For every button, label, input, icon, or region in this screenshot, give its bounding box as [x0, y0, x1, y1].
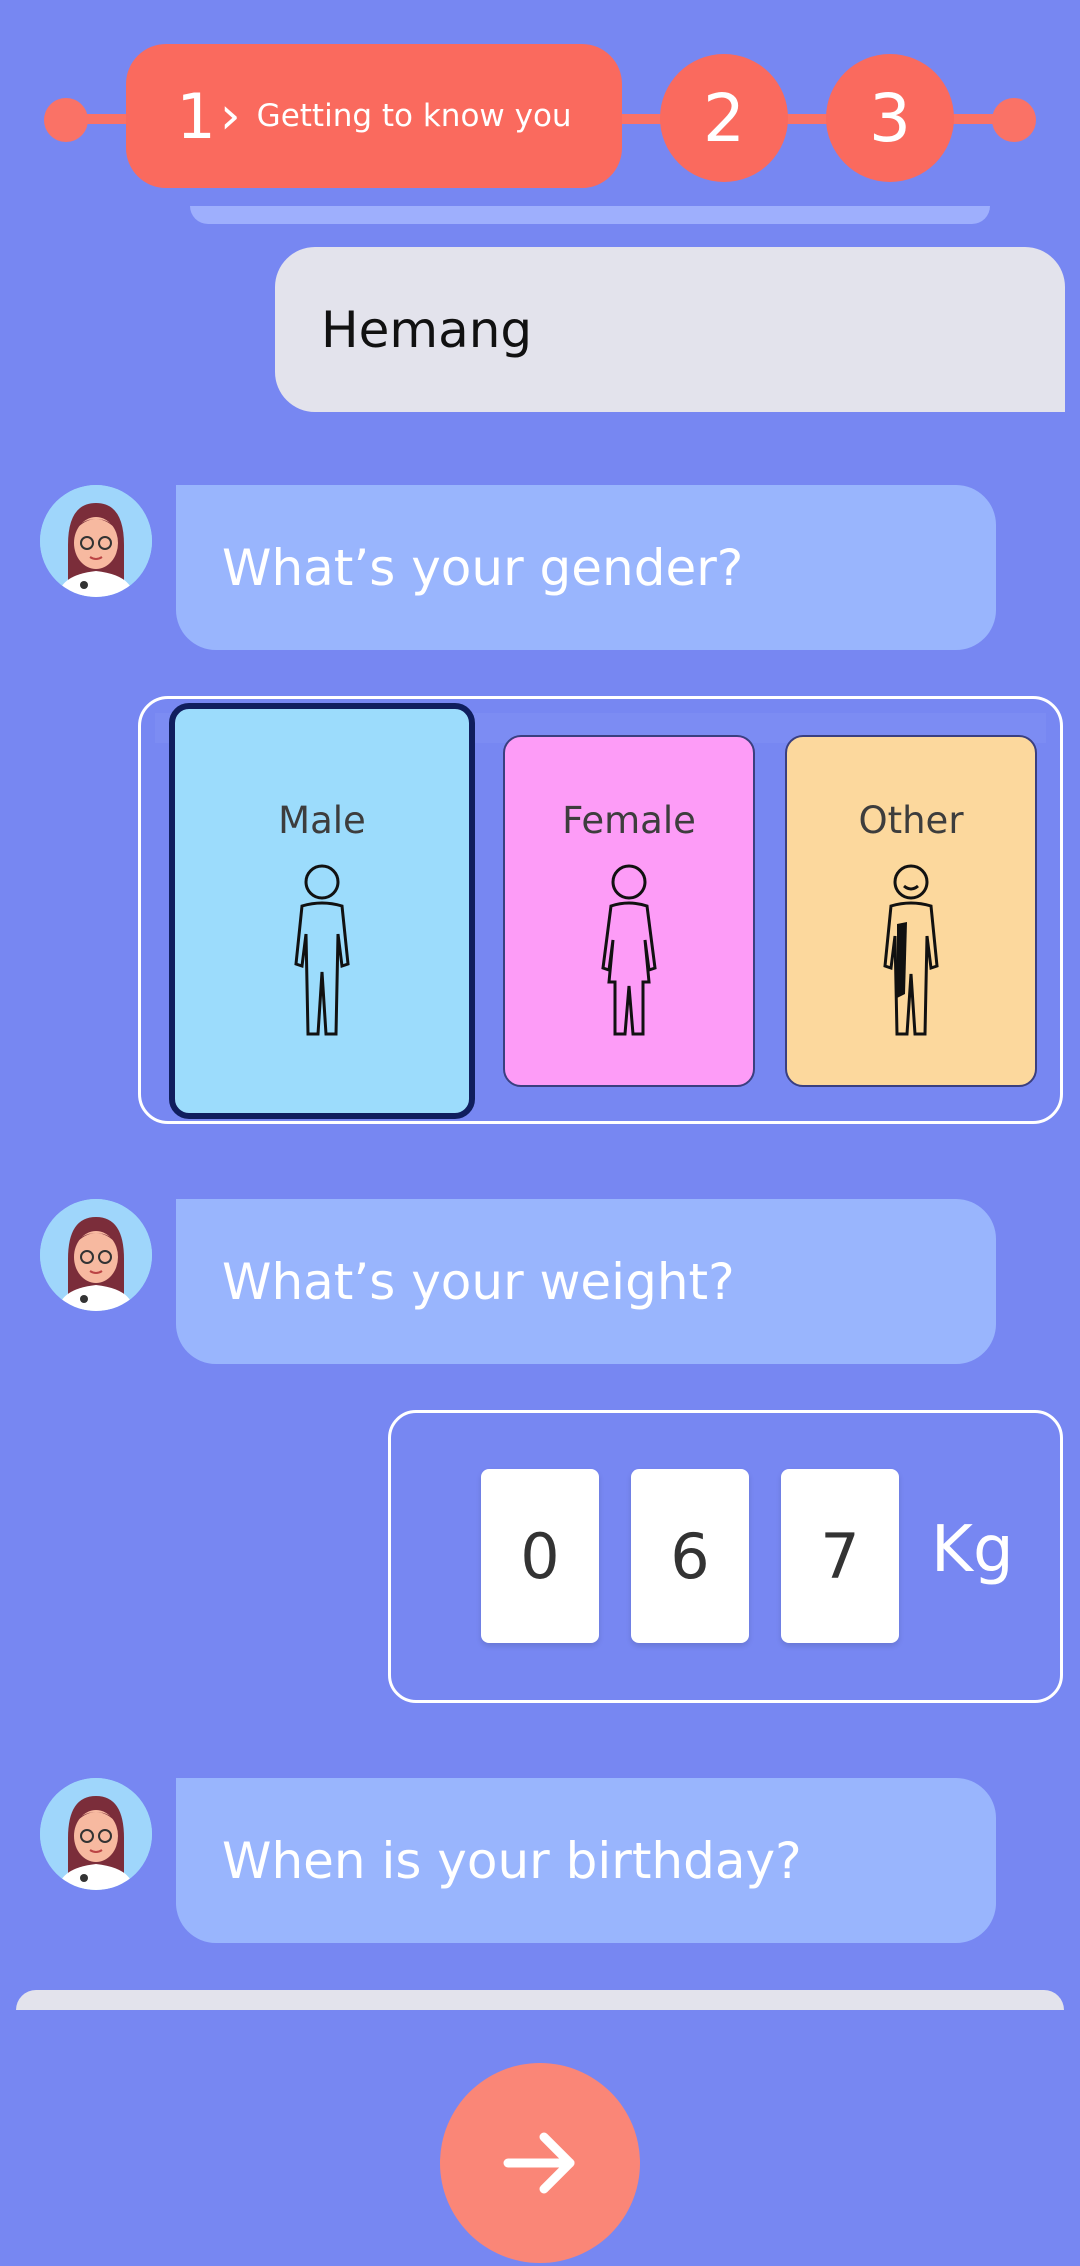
user-reply-name: Hemang [275, 247, 1065, 412]
birthday-picker-sheet-edge[interactable] [16, 1990, 1064, 2010]
step-1-label: Getting to know you [256, 98, 572, 134]
step-3[interactable]: 3 [826, 54, 954, 182]
doctor-avatar-icon [40, 1778, 152, 1890]
male-figure-icon [294, 864, 350, 1036]
doctor-avatar-icon [40, 485, 152, 597]
question-birthday: When is your birthday? [176, 1778, 996, 1943]
stepper-start-dot [44, 98, 88, 142]
progress-stepper: 1 › Getting to know you 2 3 [0, 40, 1080, 190]
gender-label-female: Female [562, 799, 696, 842]
arrow-right-icon [503, 2132, 575, 2194]
step-2[interactable]: 2 [660, 54, 788, 182]
female-figure-icon [601, 864, 657, 1036]
previous-bubble-edge [190, 206, 990, 224]
weight-picker: 0 6 7 Kg [388, 1410, 1063, 1703]
weight-digit-2[interactable]: 6 [631, 1469, 749, 1643]
chevron-right-icon: › [219, 86, 241, 146]
gender-option-male[interactable]: Male [169, 703, 475, 1119]
gender-option-female[interactable]: Female [503, 735, 755, 1087]
stepper-end-dot [992, 98, 1036, 142]
doctor-avatar-icon [40, 1199, 152, 1311]
bot-message-birthday: When is your birthday? [40, 1778, 1000, 1943]
gender-label-other: Other [858, 799, 964, 842]
bot-message-weight: What’s your weight? [40, 1199, 1000, 1364]
question-gender: What’s your gender? [176, 485, 996, 650]
bot-message-gender: What’s your gender? [40, 485, 1000, 650]
weight-digit-1[interactable]: 0 [481, 1469, 599, 1643]
gender-selector: Male Female Other [138, 696, 1063, 1124]
step-1-number: 1 [176, 79, 216, 153]
next-button[interactable] [440, 2063, 640, 2263]
question-weight: What’s your weight? [176, 1199, 996, 1364]
other-figure-icon [883, 864, 939, 1036]
gender-option-other[interactable]: Other [785, 735, 1037, 1087]
weight-digit-3[interactable]: 7 [781, 1469, 899, 1643]
step-1-active[interactable]: 1 › Getting to know you [126, 44, 622, 188]
weight-unit: Kg [931, 1513, 1014, 1587]
gender-label-male: Male [278, 799, 366, 842]
